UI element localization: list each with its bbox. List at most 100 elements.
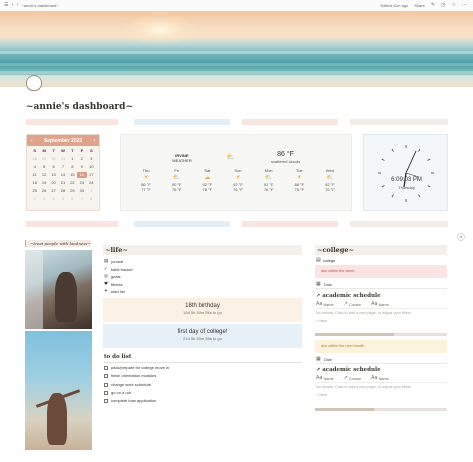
college-link[interactable]: ▤ college <box>316 258 336 264</box>
calendar-day[interactable]: 23 <box>77 180 86 186</box>
life-link-label[interactable]: habit tracker <box>111 266 133 274</box>
calendar-day[interactable]: 3 <box>87 156 96 162</box>
calendar-day[interactable]: 21 <box>58 180 67 186</box>
college-link-label[interactable]: college <box>323 258 336 263</box>
schedule-title-label[interactable]: academic schedule <box>322 293 380 299</box>
calendar-day[interactable]: 1 <box>68 156 77 162</box>
calendar-day[interactable]: 19 <box>39 180 48 186</box>
calendar-day[interactable]: 31 <box>58 156 67 162</box>
calendar-day[interactable]: 8 <box>87 196 96 202</box>
life-link[interactable]: ✦ wish list <box>104 288 133 296</box>
schedule-title[interactable]: ↗ academic schedule <box>316 293 381 299</box>
forward-icon[interactable]: › <box>16 3 18 8</box>
clock-icon[interactable]: ◷ <box>441 3 445 8</box>
calendar-day[interactable]: 4 <box>49 196 58 202</box>
calendar-day[interactable]: 5 <box>58 196 67 202</box>
todo-label[interactable]: complete loan application <box>111 397 156 405</box>
prop-name[interactable]: Aa Name <box>316 376 334 381</box>
calendar-day[interactable]: 27 <box>49 188 58 194</box>
life-link[interactable]: ◎ goals <box>104 273 133 281</box>
calendar-day[interactable]: 6 <box>49 164 58 170</box>
calendar-day[interactable]: 30 <box>49 156 58 162</box>
calendar-day[interactable]: 2 <box>30 196 39 202</box>
calendar-day[interactable]: 10 <box>87 164 96 170</box>
calendar-day[interactable]: 12 <box>39 172 48 178</box>
view-tab[interactable]: ▦ Date <box>316 357 447 364</box>
back-icon[interactable]: ‹ <box>11 3 13 8</box>
new-row-button[interactable]: + New <box>316 393 327 397</box>
new-row-button[interactable]: + New <box>316 319 327 323</box>
prev-month-button[interactable]: ‹ <box>31 138 33 144</box>
view-tab-label[interactable]: Date <box>324 357 332 362</box>
scroll-bar[interactable] <box>315 333 447 336</box>
calendar-day[interactable]: 9 <box>77 164 86 170</box>
next-month-button[interactable]: › <box>93 138 95 144</box>
life-link[interactable]: ▤ journal <box>104 258 133 266</box>
calendar-day[interactable]: 28 <box>58 188 67 194</box>
scroll-thumb[interactable] <box>315 408 375 411</box>
life-link-label[interactable]: fitness <box>111 281 123 289</box>
calendar-day[interactable]: 7 <box>58 164 67 170</box>
view-tab[interactable]: ▦ Date <box>316 282 447 289</box>
scroll-bar[interactable] <box>315 408 447 411</box>
calendar-day[interactable]: 11 <box>30 172 39 178</box>
calendar-day[interactable]: 7 <box>77 196 86 202</box>
share-button[interactable]: Share <box>414 3 425 8</box>
scroll-thumb[interactable] <box>315 333 395 336</box>
calendar-day[interactable]: 8 <box>68 164 77 170</box>
calendar-day[interactable]: 6 <box>68 196 77 202</box>
prop-name[interactable]: Aa Name <box>316 302 334 307</box>
weather-widget[interactable]: IRVINE WEATHER ⛅ 86 °F scattered clouds … <box>120 134 352 211</box>
help-button[interactable]: ? <box>457 233 465 241</box>
calendar-day[interactable]: 14 <box>58 172 67 178</box>
schedule-title[interactable]: ↗ academic schedule <box>316 367 381 373</box>
todo-checkbox[interactable] <box>104 391 108 396</box>
view-tab-label[interactable]: Date <box>324 282 332 287</box>
more-icon[interactable]: ⋯ <box>462 3 467 8</box>
calendar-day[interactable]: 22 <box>68 180 77 186</box>
calendar-widget[interactable]: ‹ September 2022 › S M T W T F S 28 29 30 31 1 2 3 4 5 6… <box>26 134 100 211</box>
prop-name-2[interactable]: Aa Name <box>371 376 389 381</box>
life-link[interactable]: ✓ habit tracker <box>104 266 133 274</box>
star-icon[interactable]: ☆ <box>452 3 456 8</box>
calendar-day[interactable]: 17 <box>87 172 96 178</box>
todo-label[interactable]: finish orientation modules <box>111 372 156 380</box>
calendar-day[interactable]: 16 <box>77 172 87 178</box>
breadcrumb-page[interactable]: ~annie's dashboard~ <box>21 3 58 8</box>
calendar-day[interactable]: 1 <box>87 188 96 194</box>
calendar-day[interactable]: 3 <box>39 196 48 202</box>
calendar-day[interactable]: 20 <box>49 180 58 186</box>
calendar-day[interactable]: 18 <box>30 180 39 186</box>
calendar-day[interactable]: 5 <box>39 164 48 170</box>
todo-checkbox[interactable] <box>104 399 108 404</box>
comment-icon[interactable]: ✎ <box>431 3 435 8</box>
breadcrumb[interactable]: ☰ ‹ › ~annie's dashboard~ <box>4 3 59 9</box>
calendar-day[interactable]: 25 <box>30 188 39 194</box>
calendar-day[interactable]: 4 <box>30 164 39 170</box>
todo-checkbox[interactable] <box>104 374 108 379</box>
heart-page-icon[interactable] <box>26 75 42 91</box>
schedule-title-label[interactable]: academic schedule <box>322 367 380 373</box>
calendar-day[interactable]: 29 <box>39 156 48 162</box>
life-link-label[interactable]: journal <box>111 258 123 266</box>
menu-icon[interactable]: ☰ <box>4 3 8 8</box>
calendar-day[interactable]: 2 <box>77 156 86 162</box>
life-link-label[interactable]: goals <box>111 273 121 281</box>
todo-label[interactable]: go on a run <box>111 389 131 397</box>
life-link-label[interactable]: wish list <box>111 288 125 296</box>
calendar-day[interactable]: 26 <box>39 188 48 194</box>
calendar-day[interactable]: 29 <box>68 188 77 194</box>
todo-label[interactable]: pack/prepare for college move in <box>111 364 169 372</box>
todo-checkbox[interactable] <box>104 382 108 387</box>
calendar-day[interactable]: 24 <box>87 180 96 186</box>
prop-course[interactable]: ↗ Course <box>344 302 361 307</box>
prop-name-2[interactable]: Aa Name <box>371 302 389 307</box>
todo-checkbox[interactable] <box>104 366 108 371</box>
prop-course[interactable]: ↗ Course <box>344 376 361 381</box>
calendar-day[interactable]: 28 <box>30 156 39 162</box>
life-link[interactable]: ♥ fitness <box>104 281 133 289</box>
calendar-day[interactable]: 30 <box>77 188 86 194</box>
calendar-day[interactable]: 13 <box>49 172 58 178</box>
todo-label[interactable]: change work schedule <box>111 381 151 389</box>
calendar-day[interactable]: 15 <box>68 172 77 178</box>
